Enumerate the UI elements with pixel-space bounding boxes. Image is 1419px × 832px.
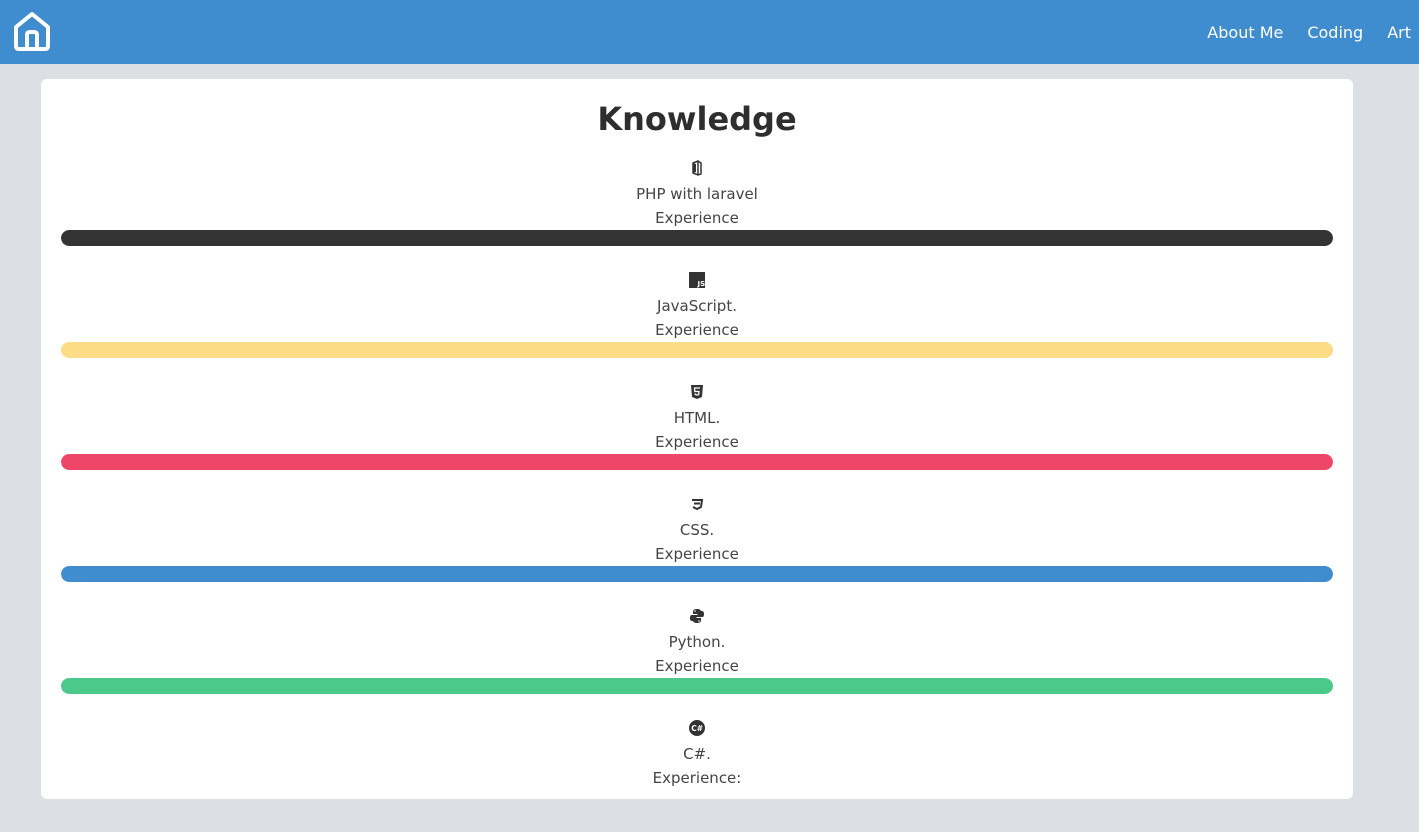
svg-text:JS: JS — [697, 280, 706, 288]
skill-item-php: PHP with laravel Experience — [41, 160, 1353, 272]
page-title: Knowledge — [597, 100, 797, 138]
skill-item-csharp: C# C#. Experience: — [41, 720, 1353, 832]
skill-progress-bar — [61, 342, 1333, 358]
skill-progress-fill — [61, 566, 1333, 582]
skill-name: C#. — [683, 745, 711, 763]
skill-name: Python. — [668, 633, 726, 651]
nav-link-art[interactable]: Art — [1387, 23, 1411, 42]
skill-name: CSS. — [679, 521, 715, 539]
skill-experience-label: Experience: — [652, 769, 742, 787]
skill-progress-fill — [61, 678, 1333, 694]
svg-text:C#: C# — [691, 724, 703, 733]
html5-icon — [691, 385, 703, 399]
skill-progress-bar — [61, 678, 1333, 694]
laravel-icon — [692, 160, 702, 176]
skill-experience-label: Experience — [655, 209, 739, 227]
skill-experience-label: Experience — [655, 545, 739, 563]
skill-progress-bar — [61, 230, 1333, 246]
skill-name: JavaScript. — [657, 297, 737, 315]
skill-item-javascript: JS JavaScript. Experience — [41, 272, 1353, 384]
skill-progress-fill — [61, 342, 1333, 358]
skill-name: PHP with laravel — [636, 185, 758, 203]
csharp-icon: C# — [689, 720, 705, 736]
nav-link-about-me[interactable]: About Me — [1207, 23, 1283, 42]
javascript-icon: JS — [689, 272, 705, 288]
skill-experience-label: Experience — [655, 433, 739, 451]
skill-progress-fill — [61, 454, 1333, 470]
skill-name: HTML. — [673, 409, 721, 427]
skill-progress-bar — [61, 566, 1333, 582]
skill-item-html: HTML. Experience — [41, 384, 1353, 496]
css3-icon — [692, 499, 704, 511]
nav-links: About Me Coding Art — [1183, 0, 1411, 64]
nav-link-coding[interactable]: Coding — [1307, 23, 1363, 42]
skill-progress-bar — [61, 454, 1333, 470]
skill-experience-label: Experience — [655, 657, 739, 675]
skill-experience-label: Experience — [655, 321, 739, 339]
python-icon — [690, 609, 704, 623]
skill-progress-fill — [61, 230, 1333, 246]
knowledge-card: Knowledge PHP with laravel Experience JS… — [41, 79, 1353, 799]
skill-item-css: CSS. Experience — [41, 496, 1353, 608]
navbar: About Me Coding Art — [0, 0, 1419, 64]
home-icon[interactable] — [12, 10, 52, 52]
skill-item-python: Python. Experience — [41, 608, 1353, 720]
